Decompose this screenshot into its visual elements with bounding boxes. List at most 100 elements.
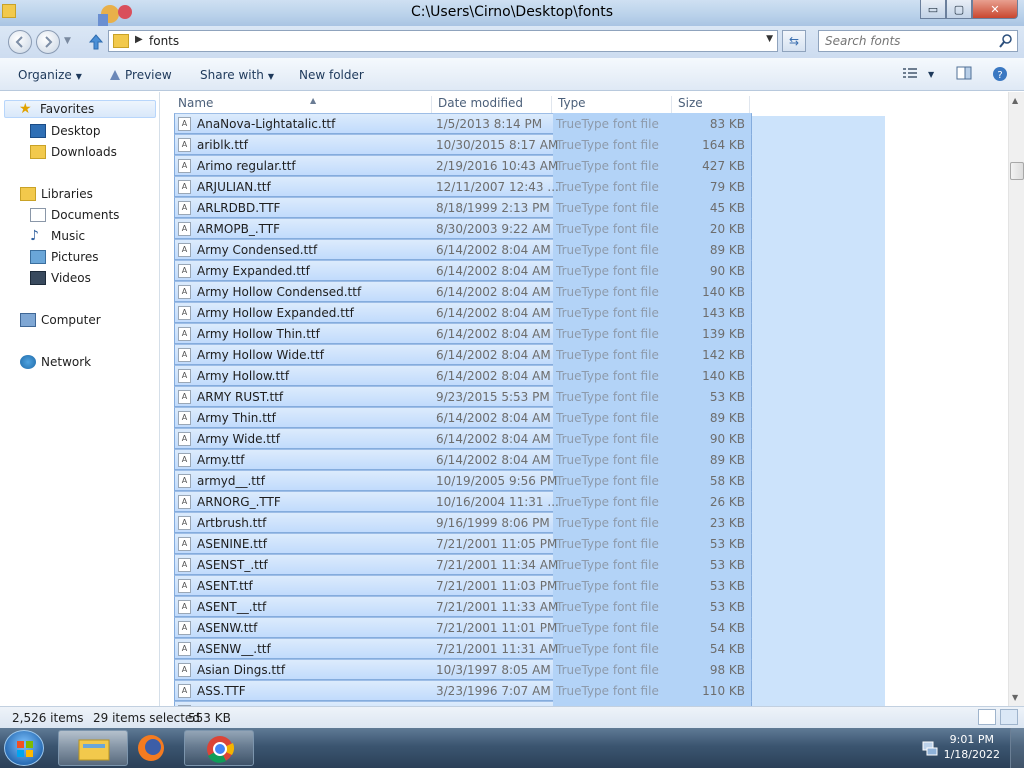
address-path[interactable]: fonts	[149, 34, 179, 48]
file-name[interactable]: Army Condensed.ttf	[197, 243, 317, 257]
taskbar-explorer[interactable]	[58, 730, 128, 766]
file-row[interactable]: A Army.ttf 6/14/2002 8:04 AM TrueType font …	[174, 449, 752, 470]
show-desktop-button[interactable]	[1010, 728, 1024, 768]
address-bar[interactable]: ▶ fonts ▼	[108, 30, 778, 52]
file-name[interactable]: ARNORG_.TTF	[197, 495, 281, 509]
file-name[interactable]: ASENT__.ttf	[197, 600, 266, 614]
file-row[interactable]: A ARJULIAN.ttf 12/11/2007 12:43 ... TrueTyp…	[174, 176, 752, 197]
refresh-button[interactable]: ⇆	[782, 30, 806, 52]
recent-pages-dropdown-icon[interactable]: ▼	[64, 36, 71, 46]
forward-button[interactable]	[36, 30, 60, 54]
start-button[interactable]	[4, 730, 44, 766]
nav-music[interactable]: ♪ Music	[30, 227, 85, 245]
file-name[interactable]: Army Wide.ttf	[197, 432, 280, 446]
file-row[interactable]: Aarmyd__.ttf 10/19/2005 9:56 PM TrueType f…	[174, 470, 752, 491]
organize-button[interactable]: Organize ▼	[18, 68, 82, 82]
back-button[interactable]	[8, 30, 32, 54]
file-name[interactable]: Army Hollow Wide.ttf	[197, 348, 324, 362]
file-row[interactable]: A ASS.TTF 3/23/1996 7:07 AM TrueType font f…	[174, 680, 752, 701]
nav-favorites[interactable]: ★ Favorites	[4, 100, 156, 118]
file-row[interactable]: A Army Hollow.ttf 6/14/2002 8:04 AM TrueTyp…	[174, 365, 752, 386]
file-name[interactable]: ASENW.ttf	[197, 621, 257, 635]
up-arrow-icon[interactable]	[86, 32, 106, 52]
change-view-button[interactable]	[902, 66, 918, 83]
file-row[interactable]: Aariblk.ttf 10/30/2015 8:17 AM TrueType fo…	[174, 134, 752, 155]
file-row[interactable]: A ASENT.ttf 7/21/2001 11:03 PM TrueType fon…	[174, 575, 752, 596]
chevron-down-icon[interactable]: ▼	[766, 34, 773, 44]
file-name[interactable]: Army Hollow Condensed.ttf	[197, 285, 361, 299]
file-row[interactable]: A Army Condensed.ttf 6/14/2002 8:04 AM True…	[174, 239, 752, 260]
file-name[interactable]: Army Thin.ttf	[197, 411, 276, 425]
file-row[interactable]: A ASENST_.ttf 7/21/2001 11:34 AM TrueType f…	[174, 554, 752, 575]
chevron-right-icon[interactable]: ▶	[135, 34, 143, 45]
file-row[interactable]: A Army Expanded.ttf 6/14/2002 8:04 AM TrueT…	[174, 260, 752, 281]
close-button[interactable]: ✕	[972, 0, 1018, 19]
file-row[interactable]: A AnaNova-Lightatalic.ttf 1/5/2013 8:14 PM…	[174, 113, 752, 134]
file-name[interactable]: armyd__.ttf	[197, 474, 265, 488]
nav-desktop[interactable]: Desktop	[30, 122, 101, 140]
file-row[interactable]: A Army Hollow Condensed.ttf 6/14/2002 8:04…	[174, 281, 752, 302]
nav-pictures[interactable]: Pictures	[30, 248, 99, 266]
scroll-up-icon[interactable]: ▲	[1012, 96, 1018, 105]
search-input[interactable]	[819, 31, 989, 51]
file-name[interactable]: ASENT.ttf	[197, 579, 253, 593]
file-row[interactable]: A ARLRDBD.TTF 8/18/1999 2:13 PM TrueType fo…	[174, 197, 752, 218]
nav-libraries[interactable]: Libraries	[20, 185, 93, 203]
search-icon[interactable]	[999, 33, 1013, 49]
file-row[interactable]: A Arimo regular.ttf 2/19/2016 10:43 AM True…	[174, 155, 752, 176]
vertical-scrollbar[interactable]: ▲ ▼	[1008, 92, 1024, 706]
file-name[interactable]: Army Hollow Thin.ttf	[197, 327, 320, 341]
preview-pane-button[interactable]	[956, 66, 972, 83]
file-name[interactable]: ARMOPB_.TTF	[197, 222, 280, 236]
nav-documents[interactable]: Documents	[30, 206, 119, 224]
file-name[interactable]: Army Expanded.ttf	[197, 264, 310, 278]
file-name[interactable]: AnaNova-Lightatalic.ttf	[197, 117, 335, 131]
clock[interactable]: 9:01 PM 1/18/2022	[944, 732, 1000, 762]
file-name[interactable]: Army Hollow Expanded.ttf	[197, 306, 354, 320]
file-name[interactable]: ASENINE.ttf	[197, 537, 267, 551]
file-name[interactable]: ARLRDBD.TTF	[197, 201, 280, 215]
file-row[interactable]: A Army Hollow Wide.ttf 6/14/2002 8:04 AM Tr…	[174, 344, 752, 365]
file-row[interactable]: A ASENW__.ttf 7/21/2001 11:31 AM TrueType f…	[174, 638, 752, 659]
file-name[interactable]: Asian Dings.ttf	[197, 663, 285, 677]
nav-network[interactable]: Network	[20, 353, 91, 371]
file-row[interactable]: A Artbrush.ttf 9/16/1999 8:06 PM TrueType f…	[174, 512, 752, 533]
network-status-icon[interactable]	[922, 740, 938, 756]
search-box[interactable]	[818, 30, 1018, 52]
file-name[interactable]: Artbrush.ttf	[197, 516, 266, 530]
file-name[interactable]: Army.ttf	[197, 453, 244, 467]
view-options-dropdown-icon[interactable]: ▼	[928, 70, 934, 79]
help-button[interactable]: ?	[992, 66, 1008, 85]
file-name[interactable]: ASENW__.ttf	[197, 642, 271, 656]
nav-videos[interactable]: Videos	[30, 269, 91, 287]
file-row[interactable]: A ARMY RUST.ttf 9/23/2015 5:53 PM TrueType …	[174, 386, 752, 407]
file-row[interactable]: A Army Hollow Thin.ttf 6/14/2002 8:04 AM Tr…	[174, 323, 752, 344]
nav-computer[interactable]: Computer	[20, 311, 101, 329]
file-name[interactable]: Arimo regular.ttf	[197, 159, 296, 173]
file-name[interactable]: ARMY RUST.ttf	[197, 390, 283, 404]
maximize-button[interactable]: ▢	[946, 0, 972, 19]
share-with-button[interactable]: Share with ▼	[200, 68, 274, 82]
file-row[interactable]: A ARNORG_.TTF 10/16/2004 11:31 ... TrueType…	[174, 491, 752, 512]
file-row[interactable]: A Army Wide.ttf 6/14/2002 8:04 AM TrueType …	[174, 428, 752, 449]
file-row[interactable]: A ASENINE.ttf 7/21/2001 11:05 PM TrueType f…	[174, 533, 752, 554]
file-row[interactable]: A Army Hollow Expanded.ttf 6/14/2002 8:04 …	[174, 302, 752, 323]
file-row[interactable]: A ARMOPB_.TTF 8/30/2003 9:22 AM TrueType fo…	[174, 218, 752, 239]
large-icons-toggle[interactable]	[1000, 709, 1018, 725]
file-name[interactable]: ARJULIAN.ttf	[197, 180, 271, 194]
file-name[interactable]: Army Hollow.ttf	[197, 369, 289, 383]
nav-downloads[interactable]: Downloads	[30, 143, 117, 161]
taskbar-chrome[interactable]	[184, 730, 254, 766]
file-row[interactable]: A Army Thin.ttf 6/14/2002 8:04 AM TrueType …	[174, 407, 752, 428]
file-name[interactable]: ariblk.ttf	[197, 138, 248, 152]
minimize-button[interactable]: ▭	[920, 0, 946, 19]
scroll-down-icon[interactable]: ▼	[1012, 693, 1018, 702]
file-name[interactable]: ASENST_.ttf	[197, 558, 268, 572]
file-name[interactable]: ASS.TTF	[197, 684, 246, 698]
file-row[interactable]: A ASENW.ttf 7/21/2001 11:01 PM TrueType fon…	[174, 617, 752, 638]
file-row[interactable]: A ASENT__.ttf 7/21/2001 11:33 AM TrueType f…	[174, 596, 752, 617]
scrollbar-thumb[interactable]	[1010, 162, 1024, 180]
file-row[interactable]: A Asian Dings.ttf 10/3/1997 8:05 AM TrueTyp…	[174, 659, 752, 680]
new-folder-button[interactable]: New folder	[299, 68, 364, 82]
preview-button[interactable]: Preview	[108, 68, 172, 82]
